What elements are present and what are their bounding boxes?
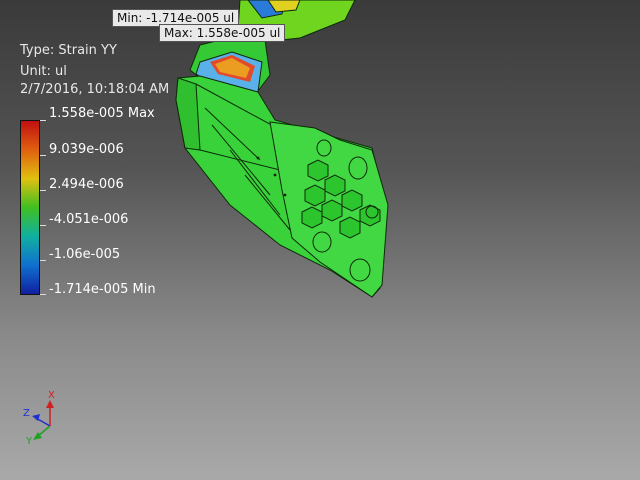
color-legend-bar [20,120,40,295]
x-axis-arrow-icon [46,400,54,408]
3d-viewport[interactable]: Type: Strain YY Type: Strain YY Unit: ul… [0,0,640,480]
legend-tick [40,294,46,295]
legend-tick [40,190,46,191]
legend-tick [40,225,46,226]
z-axis-label: Z [23,408,30,419]
y-axis-line [37,425,51,437]
stress-analysis-model[interactable] [0,0,640,480]
legend-tick [40,155,46,156]
x-axis-label: X [48,390,55,401]
legend-tick [40,260,46,261]
legend-label-min: -1.714e-005 Min [49,282,156,297]
result-date-text: 2/7/2016, 10:18:04 AM [20,82,170,97]
legend-label: -4.051e-006 [49,212,129,227]
max-probe-label[interactable]: Max: 1.558e-005 ul [159,24,286,42]
legend-label: -1.06e-005 [49,247,121,262]
legend-label: 9.039e-006 [49,142,124,157]
legend-tick [40,120,46,121]
result-unit-text: Unit: ul [20,64,67,79]
view-triad[interactable]: X Z Y [18,388,68,448]
legend-label-max: 1.558e-005 Max [49,106,155,121]
legend-label: 2.494e-006 [49,177,124,192]
y-axis-label: Y [25,436,33,447]
result-type-text: Type: Strain YY [20,43,117,58]
